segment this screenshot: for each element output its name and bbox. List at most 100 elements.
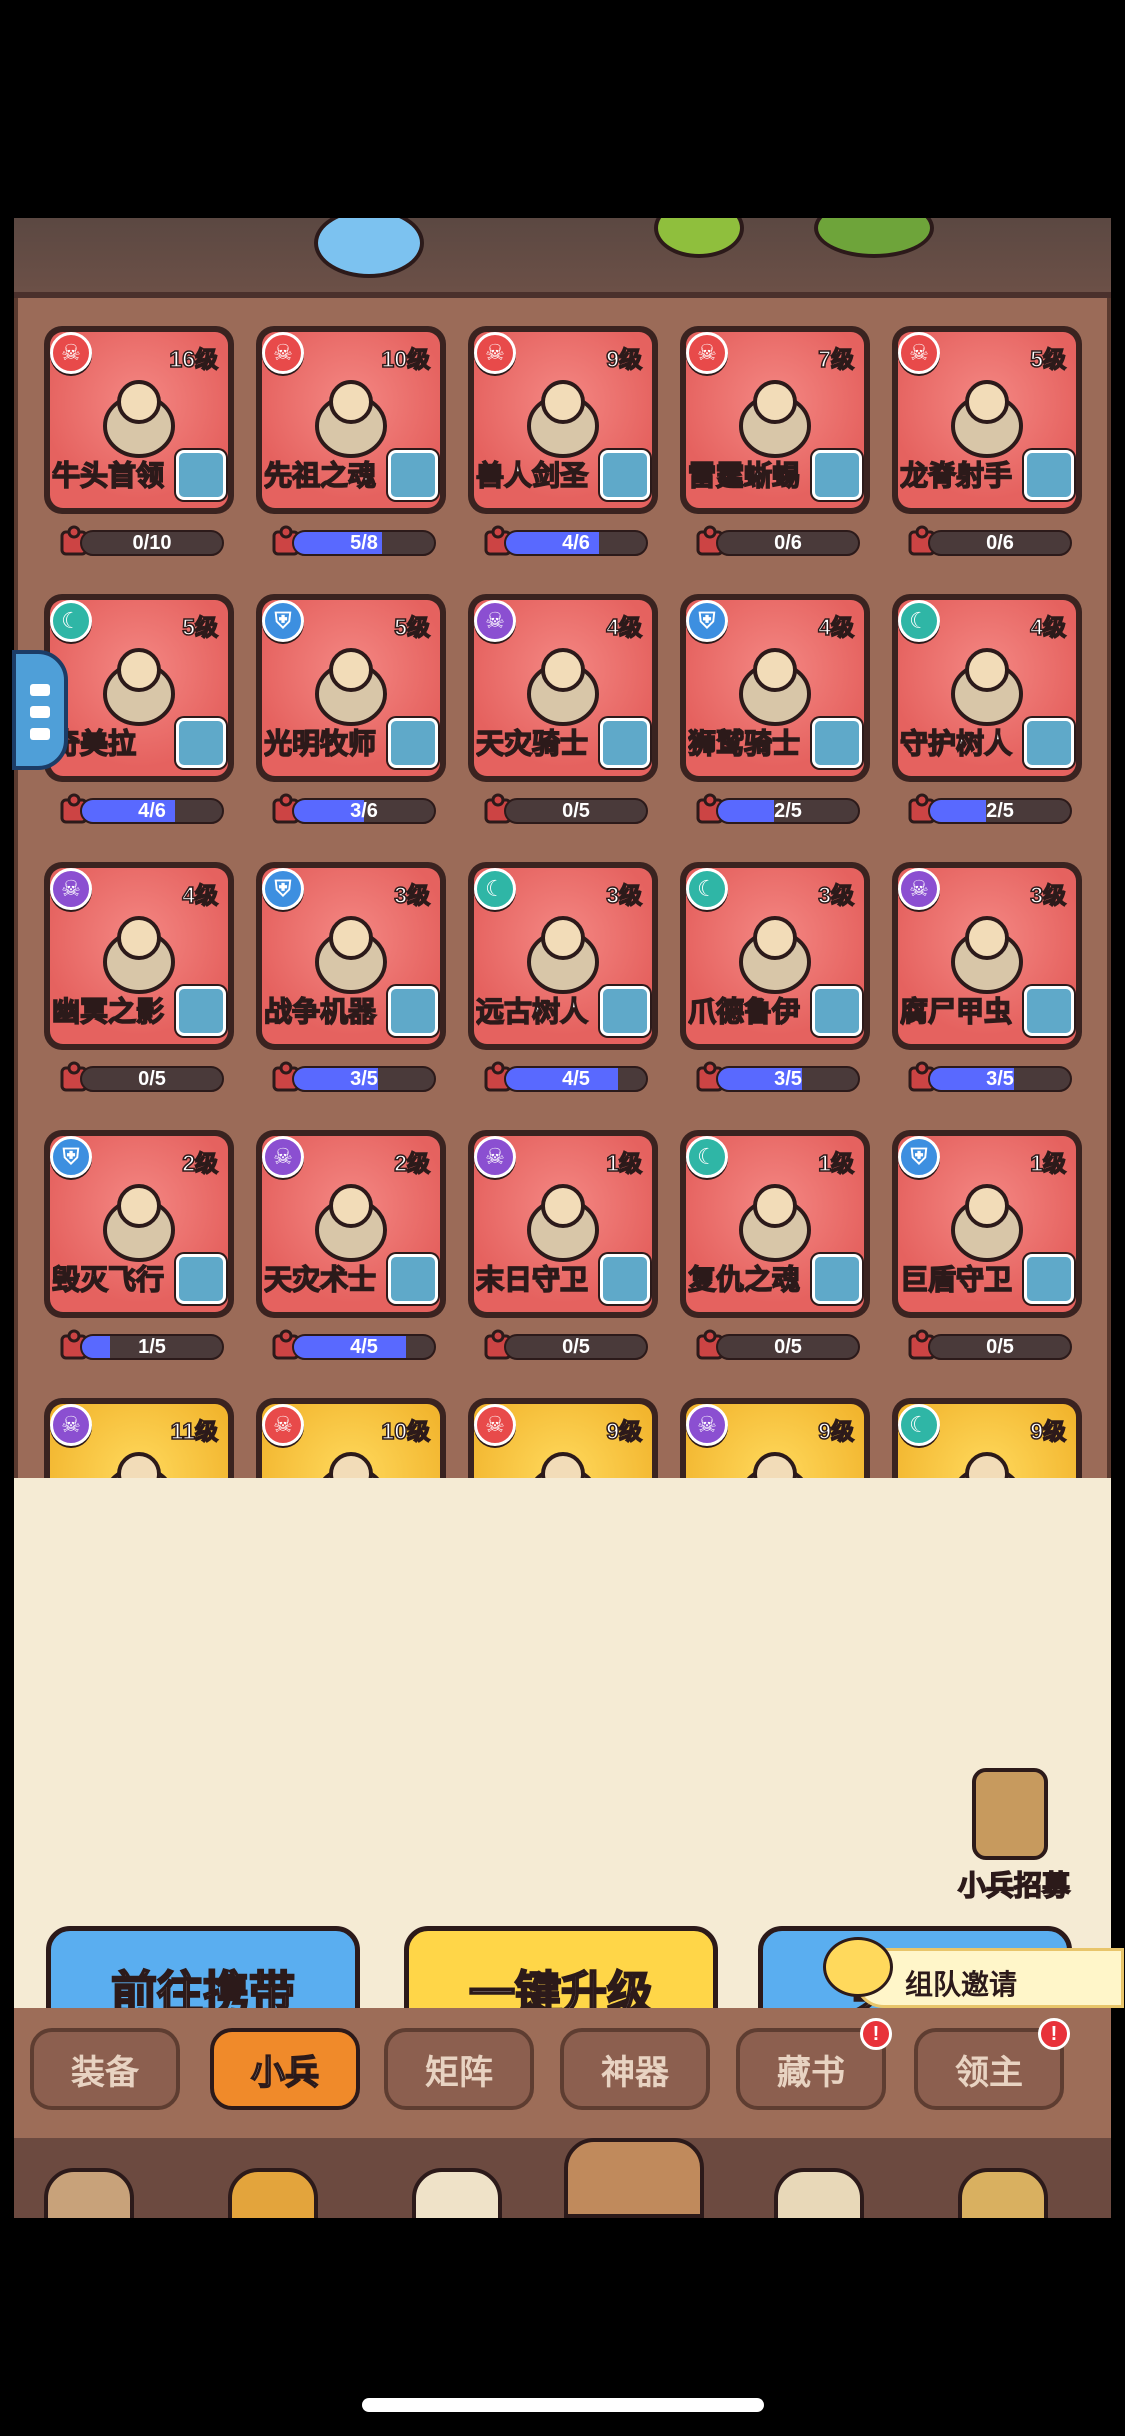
unit-card[interactable]: ☠ 1级 末日守卫 bbox=[468, 1130, 658, 1318]
helm-class-icon: ⛨ bbox=[686, 600, 728, 642]
skull-class-icon: ☠ bbox=[262, 332, 304, 374]
progress-text: 3/6 bbox=[350, 800, 378, 822]
death-class-icon: ☠ bbox=[474, 600, 516, 642]
moon-class-icon: ☾ bbox=[898, 600, 940, 642]
unit-portrait bbox=[513, 1438, 613, 1478]
unit-card[interactable]: ☠ 2级 天灾术士 bbox=[256, 1130, 446, 1318]
unit-card[interactable]: ☠ 4级 天灾骑士 bbox=[468, 594, 658, 782]
unit-card[interactable]: ☠ 9级 bbox=[468, 1398, 658, 1478]
unit-name: 光明牧师 bbox=[264, 727, 377, 760]
unit-level: 5级 bbox=[1029, 345, 1066, 373]
unit-name: 复仇之魂 bbox=[688, 1263, 801, 1296]
unit-card[interactable]: ☾ 3级 远古树人 bbox=[468, 862, 658, 1050]
category-tab-bar: 装备 小兵 矩阵 神器 藏书! 领主! bbox=[14, 2008, 1111, 2138]
unit-name: 狮鹫骑士 bbox=[688, 727, 801, 760]
unit-card[interactable]: ☠ 5级龙脊射手 bbox=[892, 326, 1082, 514]
unit-shard-progress: 0/5 bbox=[482, 793, 648, 824]
unit-card[interactable]: ☠ 3级 腐尸甲虫 bbox=[892, 862, 1082, 1050]
progress-text: 3/5 bbox=[774, 1068, 802, 1090]
tab-4[interactable]: 藏书! bbox=[736, 2018, 892, 2110]
unit-card[interactable]: ⛨ 2级毁灭飞行 bbox=[44, 1130, 234, 1318]
nav-feather-icon[interactable] bbox=[412, 2168, 502, 2218]
unit-shard-progress: 0/6 bbox=[694, 525, 860, 556]
unit-mini-avatar bbox=[388, 986, 438, 1036]
unit-level: 9级 bbox=[817, 1417, 854, 1445]
nav-coin-icon[interactable] bbox=[228, 2168, 318, 2218]
death-class-icon: ☠ bbox=[262, 1136, 304, 1178]
death-class-icon: ☠ bbox=[50, 1404, 92, 1446]
skull-class-icon: ☠ bbox=[474, 332, 516, 374]
unit-card[interactable]: ☠ 16级 牛头首领 bbox=[44, 326, 234, 514]
unit-card[interactable]: ☠ 7级 雷霆蜥蜴 bbox=[680, 326, 870, 514]
helm-class-icon: ⛨ bbox=[262, 600, 304, 642]
tab-0[interactable]: 装备 bbox=[30, 2028, 180, 2110]
unit-name: 爪德鲁伊 bbox=[688, 995, 801, 1028]
notification-badge: ! bbox=[860, 2018, 892, 2050]
unit-portrait bbox=[725, 1438, 825, 1478]
skull-class-icon: ☠ bbox=[898, 332, 940, 374]
unit-level: 5级 bbox=[181, 613, 218, 641]
nav-shield-icon[interactable] bbox=[958, 2168, 1048, 2218]
unit-shard-progress: 3/5 bbox=[694, 1061, 860, 1092]
unit-shard-progress: 2/5 bbox=[694, 793, 860, 824]
unit-card[interactable]: ☠ 4级 幽冥之影 bbox=[44, 862, 234, 1050]
nav-lord-icon[interactable] bbox=[564, 2138, 704, 2218]
skull-class-icon: ☠ bbox=[50, 332, 92, 374]
unit-card[interactable]: ⛨ 3级 战争机器 bbox=[256, 862, 446, 1050]
unit-name: 先祖之魂 bbox=[264, 459, 377, 492]
unit-card[interactable]: ⛨ 1级 巨盾守卫 bbox=[892, 1130, 1082, 1318]
tab-3[interactable]: 神器 bbox=[560, 2028, 710, 2110]
home-indicator[interactable] bbox=[362, 2398, 764, 2412]
tab-1[interactable]: 小兵 bbox=[210, 2028, 360, 2110]
unit-name: 末日守卫 bbox=[476, 1263, 589, 1296]
unit-card[interactable]: ⛨ 5级光明牧师 bbox=[256, 594, 446, 782]
unit-card[interactable]: ☾ 5级 奇美拉 bbox=[44, 594, 234, 782]
unit-card[interactable]: ☾ 3级 爪德鲁伊 bbox=[680, 862, 870, 1050]
unit-card[interactable]: ☾ 9级 bbox=[892, 1398, 1082, 1478]
unit-mini-avatar bbox=[1024, 986, 1074, 1036]
unit-name: 腐尸甲虫 bbox=[900, 995, 1013, 1028]
unit-name: 幽冥之影 bbox=[52, 995, 165, 1028]
tab-2[interactable]: 矩阵 bbox=[384, 2028, 534, 2110]
unit-name: 毁灭飞行 bbox=[52, 1263, 165, 1296]
unit-mini-avatar bbox=[176, 986, 226, 1036]
unit-portrait bbox=[937, 366, 1037, 466]
unit-level: 9级 bbox=[605, 1417, 642, 1445]
skull-class-icon: ☠ bbox=[474, 1404, 516, 1446]
progress-text: 5/8 bbox=[350, 532, 378, 554]
team-invite-toast[interactable]: 组队邀请 bbox=[823, 1937, 1124, 2008]
unit-level: 4级 bbox=[817, 613, 854, 641]
nav-egg-icon[interactable] bbox=[774, 2168, 864, 2218]
unit-card[interactable]: ☾ 4级 守护树人 bbox=[892, 594, 1082, 782]
unit-level: 2级 bbox=[393, 1149, 430, 1177]
unit-name: 龙脊射手 bbox=[900, 459, 1013, 492]
unit-level: 11级 bbox=[170, 1417, 219, 1445]
unit-mini-avatar bbox=[812, 718, 862, 768]
unit-level: 3级 bbox=[605, 881, 642, 909]
unit-card[interactable]: ☾ 1级 复仇之魂 bbox=[680, 1130, 870, 1318]
unit-card[interactable]: ☠ 10级 先祖之魂 bbox=[256, 326, 446, 514]
unit-name: 守护树人 bbox=[900, 727, 1013, 760]
unit-portrait bbox=[513, 1170, 613, 1270]
recruit-button[interactable]: 小兵招募 bbox=[950, 1768, 1071, 1918]
unit-mini-avatar bbox=[176, 718, 226, 768]
unit-card[interactable]: ☠ 10级 bbox=[256, 1398, 446, 1478]
unit-card[interactable]: ☠ 9级 兽人剑圣 bbox=[468, 326, 658, 514]
unit-card[interactable]: ☠ 11级 bbox=[44, 1398, 234, 1478]
helm-class-icon: ⛨ bbox=[50, 1136, 92, 1178]
unit-mini-avatar bbox=[600, 986, 650, 1036]
green-goblin-creature bbox=[654, 218, 744, 258]
tab-5[interactable]: 领主! bbox=[914, 2018, 1070, 2110]
unit-card[interactable]: ☠ 9级 bbox=[680, 1398, 870, 1478]
progress-text: 4/6 bbox=[138, 800, 166, 822]
unit-card[interactable]: ⛨ 4级狮鹫骑士 bbox=[680, 594, 870, 782]
unit-portrait bbox=[89, 634, 189, 734]
unit-mini-avatar bbox=[176, 450, 226, 500]
progress-text: 0/5 bbox=[562, 1336, 590, 1358]
notification-badge: ! bbox=[1038, 2018, 1070, 2050]
nav-crown-icon[interactable] bbox=[44, 2168, 134, 2218]
unit-level: 2级 bbox=[181, 1149, 218, 1177]
unit-shard-progress: 5/8 bbox=[270, 525, 436, 556]
unit-level: 5级 bbox=[393, 613, 430, 641]
side-menu-tab[interactable] bbox=[12, 650, 68, 770]
